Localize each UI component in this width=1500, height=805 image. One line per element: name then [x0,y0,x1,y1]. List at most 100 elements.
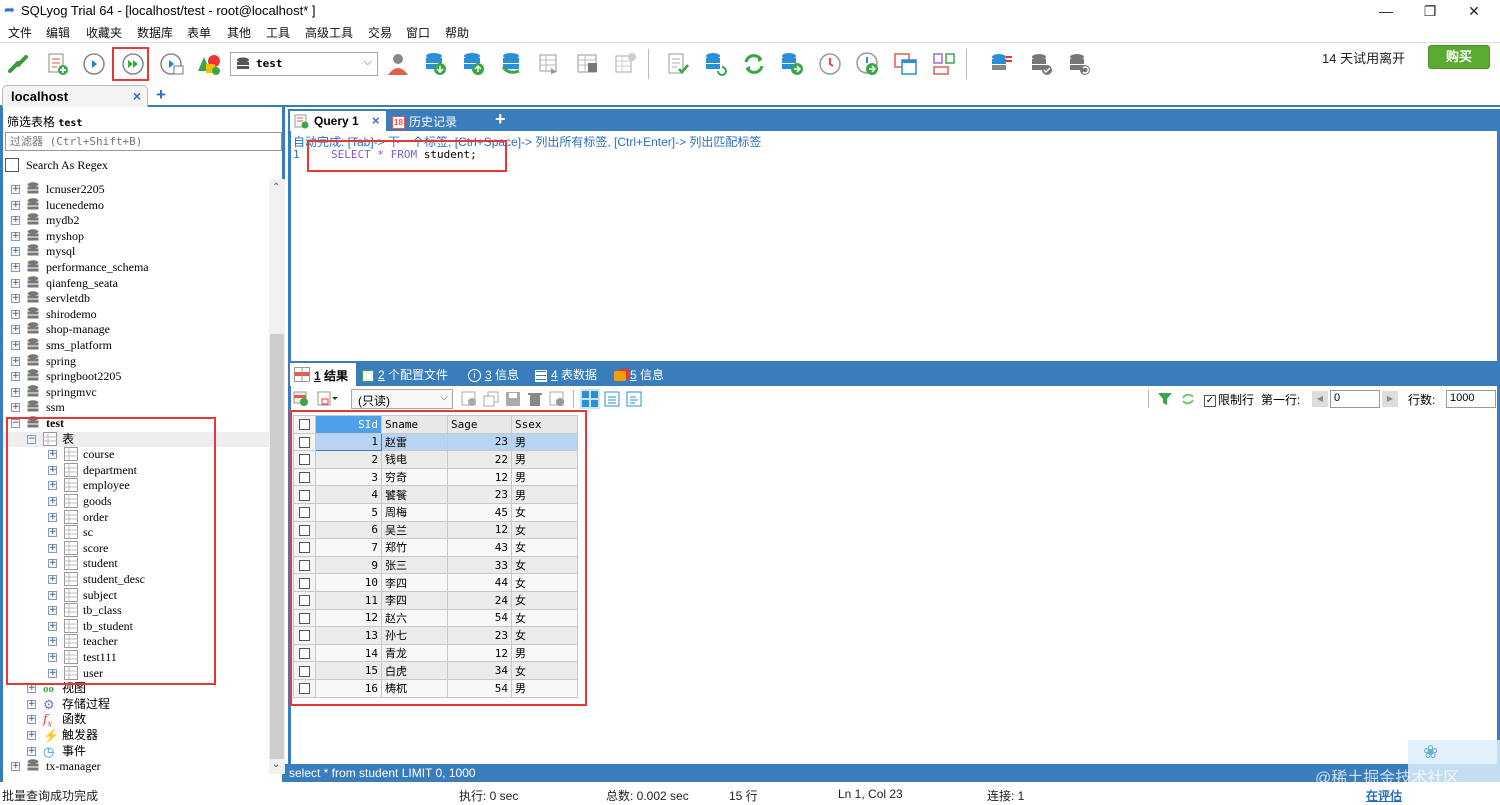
sync-database-icon[interactable] [1028,50,1056,78]
expand-icon[interactable]: + [11,372,20,382]
evaluation-link[interactable]: 在评估 [1366,787,1402,804]
tree-database-lcnuser2205[interactable]: + lcnuser2205 [3,182,269,197]
table-diagnostics-icon[interactable] [612,50,640,78]
menu-tools[interactable]: 工具 [266,24,290,41]
tree-folder-events[interactable]: + ◷ 事件 [3,744,269,759]
buy-button[interactable]: 购买 [1428,45,1490,69]
refresh-icon[interactable] [1180,391,1196,407]
backup-database-icon[interactable] [422,50,450,78]
scrollbar-thumb[interactable] [270,334,284,759]
limit-rows-checkbox[interactable]: ✓ 限制行 [1204,391,1254,408]
expand-icon[interactable]: + [27,684,36,694]
copy-table-icon[interactable] [892,50,920,78]
previous-page-button[interactable]: ◀ [1312,391,1328,407]
expand-icon[interactable]: + [11,278,20,288]
menu-table[interactable]: 表单 [187,24,211,41]
expand-icon[interactable]: + [27,746,36,756]
tree-database-myshop[interactable]: + myshop [3,229,269,244]
tree-database-sms_platform[interactable]: + sms_platform [3,338,269,353]
tab-history[interactable]: 18 历史记录 [392,113,457,130]
form-view-icon[interactable] [604,391,620,407]
menu-advanced-tools[interactable]: 高级工具 [305,24,353,41]
expand-icon[interactable]: + [11,263,20,272]
scheduled-backup-icon[interactable] [816,50,844,78]
schema-sync-icon[interactable] [702,50,730,78]
tab-messages[interactable]: i3 信息 [468,366,519,383]
expand-icon[interactable]: + [11,294,20,304]
tree-database-shirodemo[interactable]: + shirodemo [3,307,269,322]
menu-favorites[interactable]: 收藏夹 [86,24,122,41]
new-query-icon[interactable] [44,50,72,78]
database-compare-icon[interactable] [988,50,1016,78]
sql-editor[interactable]: 自动完成: [Tab]-> 下一个标签, [Ctrl+Space]-> 列出所有… [288,131,1500,361]
user-manager-icon[interactable] [384,50,412,78]
expand-icon[interactable]: + [11,185,20,194]
tree-folder-functions[interactable]: + fx 函数 [3,712,269,729]
row-count-input[interactable]: 1000 [1446,390,1496,408]
menu-window[interactable]: 窗口 [406,24,430,41]
tree-folder-stored-procedures[interactable]: + ⚙ 存储过程 [3,697,269,712]
menu-others[interactable]: 其他 [227,24,251,41]
expand-icon[interactable]: + [11,341,20,350]
save-icon[interactable] [505,391,521,407]
tree-database-shop-manage[interactable]: + shop-manage [3,322,269,337]
close-window-button[interactable]: ✕ [1452,0,1496,22]
scroll-down-icon[interactable]: ⌄ [272,759,280,770]
expand-icon[interactable]: + [11,387,20,397]
expand-icon[interactable]: + [27,715,36,725]
menu-database[interactable]: 数据库 [137,24,173,41]
tree-database-qianfeng_seata[interactable]: + qianfeng_seata [3,276,269,291]
maximize-button[interactable]: ❐ [1408,0,1452,22]
checkbox[interactable] [5,158,19,172]
expand-icon[interactable]: + [11,216,20,226]
data-sync-icon[interactable] [740,50,768,78]
table-filter-input[interactable] [5,132,282,151]
new-connection-icon[interactable] [4,50,32,78]
expand-icon[interactable]: + [27,731,36,740]
new-connection-tab-button[interactable]: + [156,85,166,105]
duplicate-row-icon[interactable] [483,391,499,407]
expand-icon[interactable]: + [11,356,20,366]
expand-icon[interactable]: + [11,325,20,335]
tree-database-spring[interactable]: + spring [3,354,269,369]
insert-row-icon[interactable] [293,391,309,407]
tree-database-tx-manager[interactable]: + tx-manager [3,759,269,774]
tree-database-ssm[interactable]: + ssm [3,400,269,415]
table-data-icon[interactable] [574,50,602,78]
execute-query-icon[interactable] [80,50,108,78]
restore-database-icon[interactable] [460,50,488,78]
job-agent-icon[interactable] [854,50,882,78]
cancel-changes-icon[interactable] [549,391,565,407]
tree-database-springboot2205[interactable]: + springboot2205 [3,369,269,384]
expand-icon[interactable]: + [11,309,20,319]
delete-row-icon[interactable] [527,391,543,407]
scroll-up-icon[interactable]: ⌃ [272,182,280,193]
database-select[interactable]: test ⌵ [230,52,378,76]
schema-designer-icon[interactable] [194,50,222,78]
expand-icon[interactable]: + [11,762,20,772]
tab-table-data[interactable]: 4 表数据 [535,366,597,383]
tab-profiler[interactable]: 2 个配置文件 [362,366,448,383]
row-options-dropdown-icon[interactable] [317,391,339,407]
next-page-button[interactable]: ▶ [1382,391,1398,407]
tree-database-springmvc[interactable]: + springmvc [3,385,269,400]
tab-results[interactable]: 1 结果 [290,363,356,386]
tree-database-mydb2[interactable]: + mydb2 [3,213,269,228]
menu-file[interactable]: 文件 [8,24,32,41]
execute-and-edit-icon[interactable] [158,50,186,78]
menu-edit[interactable]: 编辑 [46,24,70,41]
expand-icon[interactable]: + [11,231,20,241]
grid-view-icon[interactable] [580,389,600,409]
expand-icon[interactable]: + [11,403,20,413]
tree-database-performance_schema[interactable]: + performance_schema [3,260,269,275]
export-table-icon[interactable] [536,50,564,78]
expand-icon[interactable]: + [27,699,36,709]
close-icon[interactable]: × [372,113,380,128]
result-mode-select[interactable]: (只读) ⌵ [351,389,453,409]
tab-info[interactable]: 5 信息 [614,366,664,383]
import-data-icon[interactable] [498,50,526,78]
tree-database-servletdb[interactable]: + servletdb [3,291,269,306]
tree-folder-triggers[interactable]: + ⚡ 触发器 [3,728,269,743]
checkbox-checked-icon[interactable]: ✓ [1204,394,1216,407]
save-changes-icon[interactable] [461,391,477,407]
